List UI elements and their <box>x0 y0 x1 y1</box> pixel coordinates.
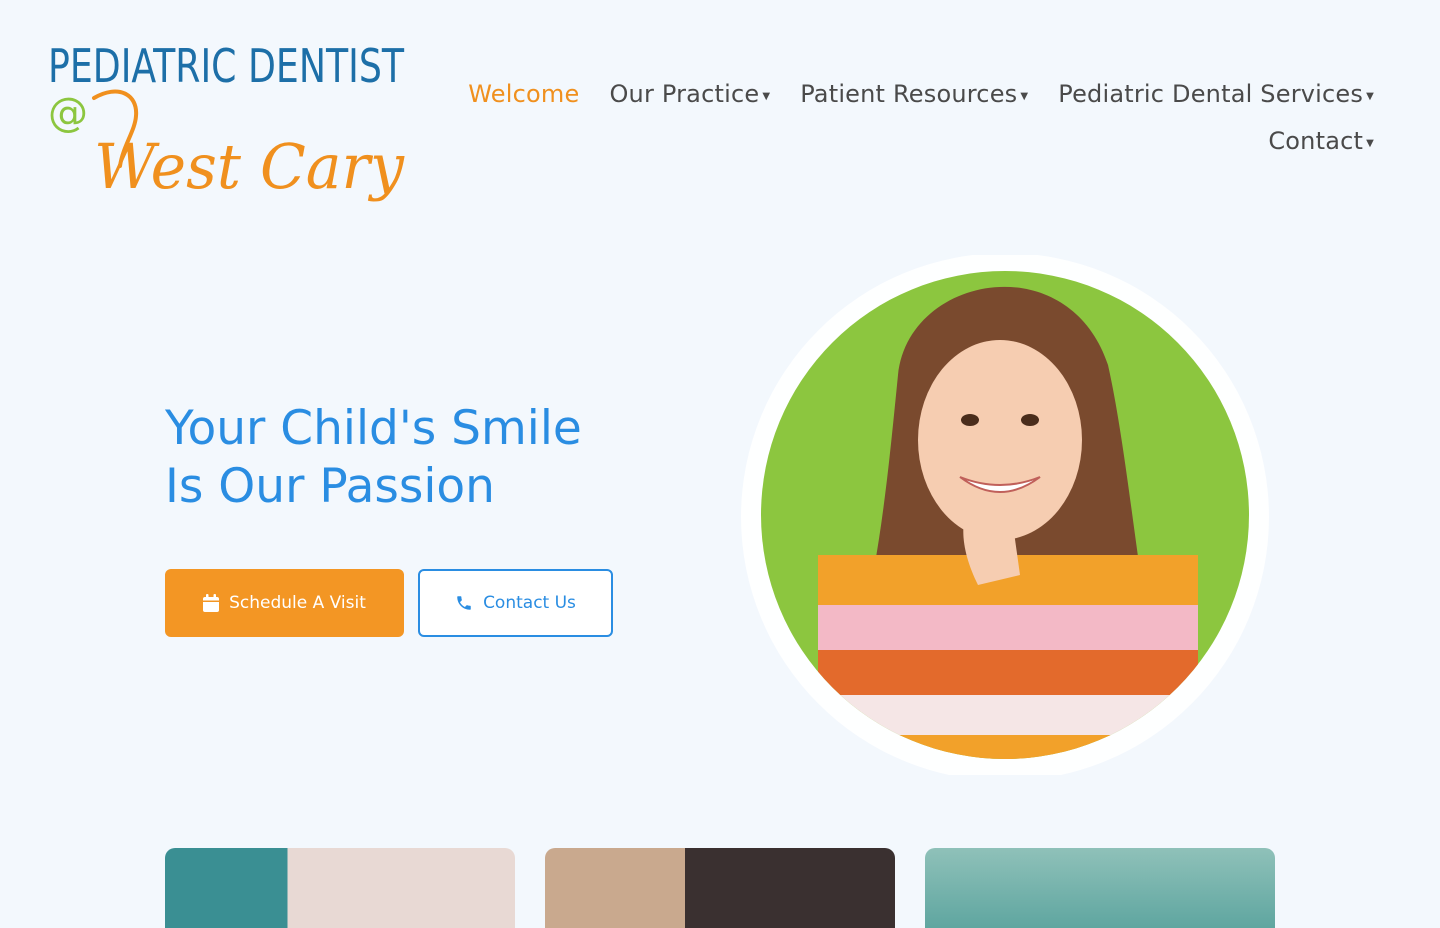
nav-contact[interactable]: Contact ▼ <box>1268 127 1374 155</box>
hero-title-line1: Your Child's Smile <box>165 401 582 456</box>
feature-card-team[interactable] <box>165 848 515 928</box>
nav-patient-resources-label: Patient Resources <box>800 80 1018 108</box>
logo-line2: West Cary <box>94 130 405 203</box>
nav-our-practice-label: Our Practice <box>609 80 760 108</box>
calendar-icon <box>203 594 220 612</box>
nav-patient-resources[interactable]: Patient Resources ▼ <box>800 80 1028 108</box>
nav-welcome[interactable]: Welcome <box>468 80 579 108</box>
hero-child-photo <box>738 253 1272 781</box>
schedule-visit-button[interactable]: Schedule A Visit <box>165 569 404 637</box>
feature-card-office[interactable] <box>925 848 1275 928</box>
nav-our-practice[interactable]: Our Practice ▼ <box>609 80 770 108</box>
hero-title: Your Child's Smile Is Our Passion <box>165 400 582 516</box>
site-logo[interactable]: PEDIATRIC DENTIST @ West Cary <box>48 36 408 206</box>
chevron-down-icon: ▼ <box>1366 137 1374 149</box>
nav-pediatric-dental-services[interactable]: Pediatric Dental Services ▼ <box>1058 80 1374 108</box>
nav-contact-label: Contact <box>1268 127 1364 155</box>
chevron-down-icon: ▼ <box>1366 90 1374 102</box>
nav-pediatric-dental-services-label: Pediatric Dental Services <box>1058 80 1364 108</box>
nav-welcome-label: Welcome <box>468 80 580 108</box>
contact-us-button[interactable]: Contact Us <box>418 569 613 637</box>
chevron-down-icon: ▼ <box>762 90 771 102</box>
hero-title-line2: Is Our Passion <box>165 459 495 514</box>
logo-line1: PEDIATRIC DENTIST <box>48 39 405 93</box>
contact-us-label: Contact Us <box>483 593 576 613</box>
feature-card-patient[interactable] <box>545 848 895 928</box>
main-nav: Welcome Our Practice ▼ Patient Resources… <box>454 80 1374 155</box>
chevron-down-icon: ▼ <box>1020 90 1029 102</box>
logo-at: @ <box>48 90 88 136</box>
phone-icon <box>457 596 471 610</box>
schedule-visit-label: Schedule A Visit <box>229 593 366 613</box>
